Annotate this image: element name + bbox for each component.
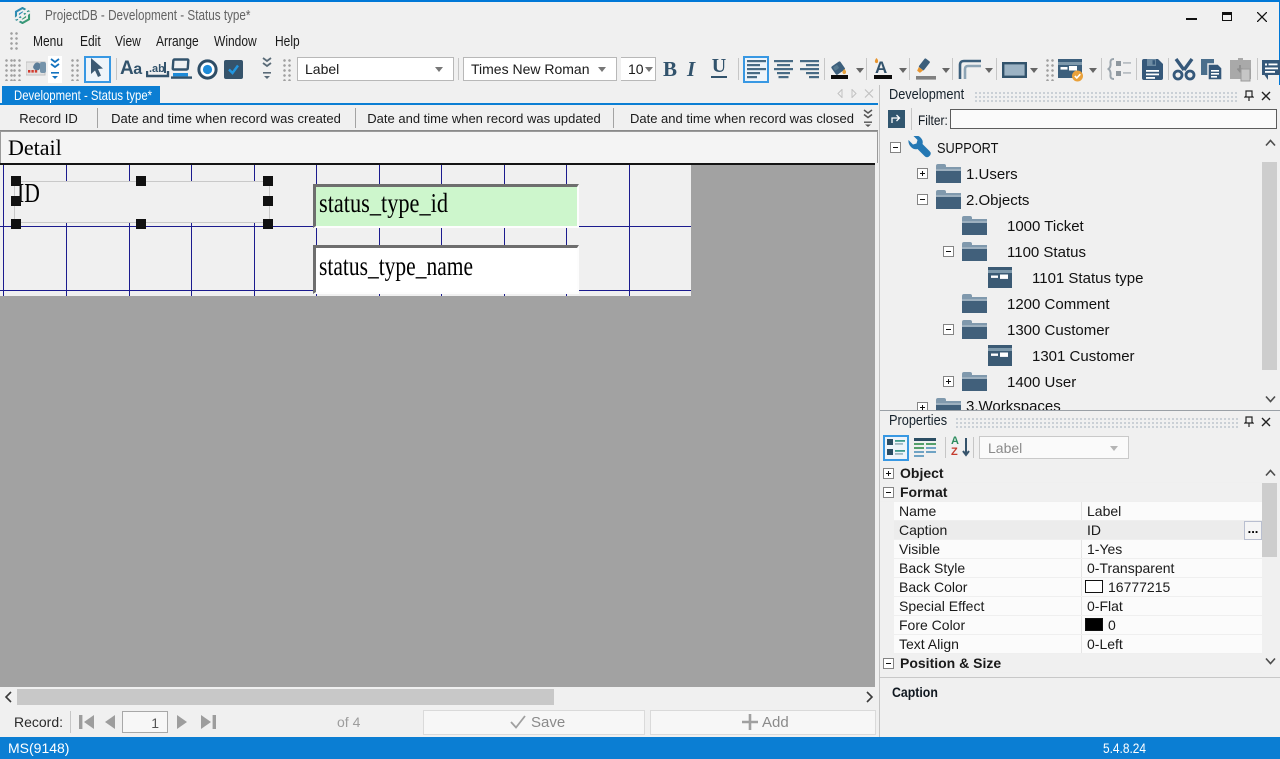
- svg-text:.ab: .ab: [149, 63, 165, 75]
